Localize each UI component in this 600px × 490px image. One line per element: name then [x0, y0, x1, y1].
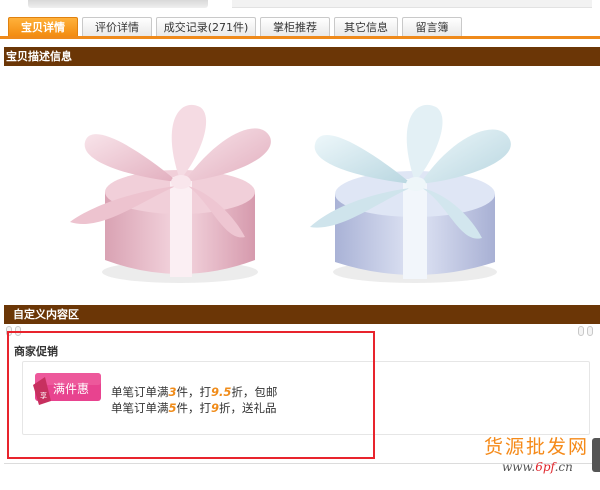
description-section-header: 宝贝描述信息 [4, 47, 600, 66]
strip-thumb-left [28, 0, 208, 8]
watermark-title: 货源批发网 [484, 436, 590, 458]
top-image-strip [0, 0, 600, 12]
strip-thumb-right [232, 0, 592, 8]
gift-box-pink-icon [70, 104, 271, 283]
highlight-outline [7, 331, 375, 459]
product-image-gift-boxes [70, 104, 511, 283]
tab-item-details[interactable]: 宝贝详情 [8, 17, 78, 37]
gift-box-blue-icon [310, 104, 511, 283]
tab-underline [0, 36, 600, 39]
tab-other-info[interactable]: 其它信息 [334, 17, 398, 37]
custom-content-section-header: 自定义内容区 [4, 305, 600, 324]
tab-shop-recommend[interactable]: 掌柜推荐 [260, 17, 330, 37]
watermark-url: www.6pf.cn [502, 460, 573, 474]
slider-dot-icon[interactable] [587, 326, 593, 336]
slider-right-handles[interactable] [574, 326, 600, 336]
tab-guestbook[interactable]: 留言簿 [402, 17, 462, 37]
tab-transactions[interactable]: 成交记录(271件) [156, 17, 256, 37]
slider-dot-icon[interactable] [578, 326, 584, 336]
side-float-tab[interactable] [592, 438, 600, 472]
tab-reviews[interactable]: 评价详情 [82, 17, 152, 37]
